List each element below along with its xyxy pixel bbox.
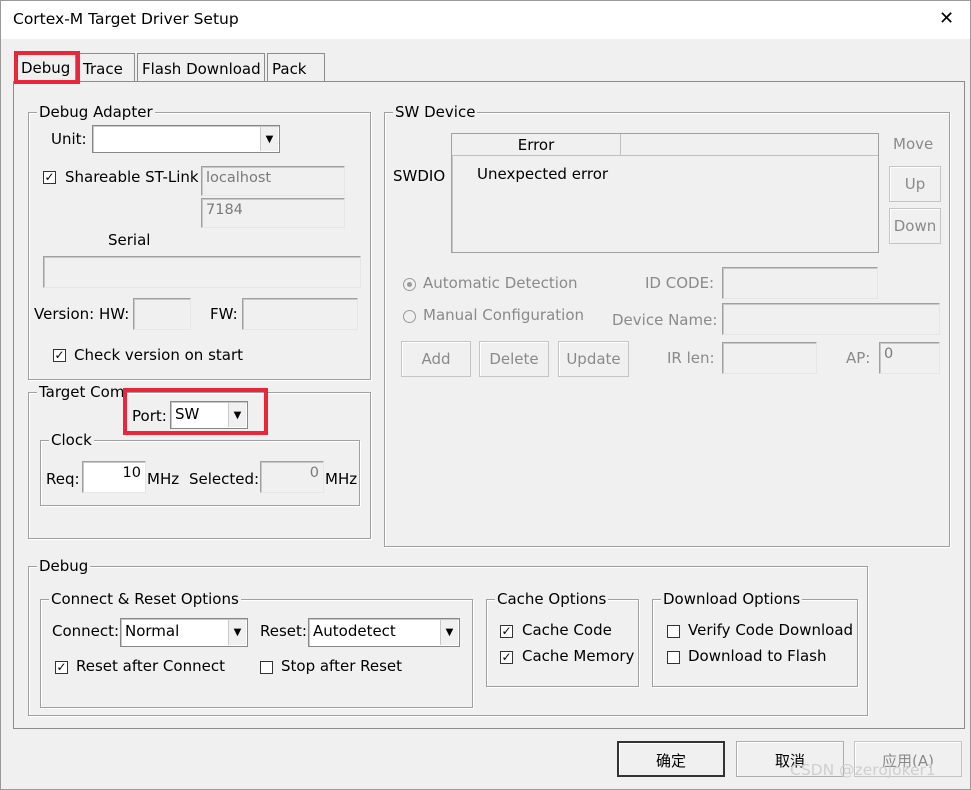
cache-code-checkbox[interactable]: ✓ (500, 625, 513, 638)
selected-label: Selected: (189, 470, 260, 488)
req-input[interactable]: 10 (82, 461, 146, 493)
selected-field: 0 (260, 461, 324, 493)
group-title: Clock (49, 431, 94, 449)
group-title: Download Options (661, 590, 803, 608)
reset-value: Autodetect (313, 622, 396, 640)
tab-label: Flash Download (142, 60, 261, 78)
version-hw-field (133, 298, 191, 330)
version-hw-label: Version: HW: (34, 305, 130, 323)
req-unit: MHz (147, 470, 180, 488)
verify-code-download-checkbox[interactable] (667, 625, 680, 638)
device-name-field (722, 303, 940, 335)
cache-code-label: Cache Code (522, 621, 612, 639)
manual-configuration-label: Manual Configuration (423, 306, 585, 324)
debug-tab-highlight (14, 51, 80, 84)
sw-device-list[interactable]: Error Unexpected error (451, 133, 879, 253)
connect-select[interactable]: Normal ▼ (120, 618, 248, 647)
cache-memory-checkbox[interactable]: ✓ (500, 651, 513, 664)
window-title: Cortex-M Target Driver Setup (13, 10, 239, 28)
check-version-label: Check version on start (74, 346, 244, 364)
update-button[interactable]: Update (558, 341, 629, 377)
version-fw-label: FW: (210, 305, 238, 323)
move-down-button[interactable]: Down (889, 208, 941, 244)
group-title: Debug (37, 557, 91, 575)
tab-flash-download[interactable]: Flash Download (137, 53, 265, 81)
version-fw-field (242, 298, 358, 330)
delete-button[interactable]: Delete (479, 341, 549, 377)
reset-select[interactable]: Autodetect ▼ (308, 618, 460, 647)
device-name-label: Device Name: (612, 311, 718, 329)
chevron-down-icon: ▼ (440, 620, 458, 645)
tab-label: Pack (272, 60, 307, 78)
column-header-empty[interactable] (621, 134, 878, 156)
port-highlight (123, 388, 268, 435)
host-field[interactable]: localhost (201, 166, 345, 196)
automatic-detection-radio[interactable] (403, 278, 416, 291)
debug-adapter-group: Debug Adapter Unit: ▼ ✓ Shareable ST-Lin… (28, 103, 371, 380)
sw-device-group: SW Device SWDIO Error Unexpected error M… (384, 103, 950, 547)
reset-after-connect-checkbox[interactable]: ✓ (55, 661, 68, 674)
title-bar: Cortex-M Target Driver Setup ✕ (1, 1, 970, 39)
stop-after-reset-label: Stop after Reset (281, 657, 403, 675)
group-title: Debug Adapter (37, 103, 155, 121)
clock-group: Clock Req: 10 MHz Selected: 0 MHz (40, 431, 360, 506)
req-label: Req: (46, 470, 80, 488)
connect-reset-group: Connect & Reset Options Connect: Normal … (40, 590, 473, 708)
group-title: Target Com (37, 383, 127, 401)
ap-label: AP: (846, 349, 871, 367)
ok-button[interactable]: 确定 (617, 741, 725, 777)
group-title: SW Device (393, 103, 478, 121)
tab-pack[interactable]: Pack (267, 53, 325, 81)
id-code-label: ID CODE: (645, 274, 715, 292)
stop-after-reset-checkbox[interactable] (260, 661, 273, 674)
reset-label: Reset: (260, 622, 307, 640)
chevron-down-icon: ▼ (228, 620, 246, 645)
move-up-button[interactable]: Up (889, 166, 941, 202)
ir-len-field (722, 342, 817, 374)
automatic-detection-label: Automatic Detection (423, 274, 578, 292)
ap-field: 0 (879, 342, 940, 374)
group-title: Connect & Reset Options (49, 590, 241, 608)
cache-options-group: Cache Options ✓ Cache Code ✓ Cache Memor… (486, 590, 639, 687)
download-to-flash-checkbox[interactable] (667, 651, 680, 664)
download-to-flash-label: Download to Flash (688, 647, 827, 665)
add-button[interactable]: Add (401, 341, 471, 377)
connect-label: Connect: (52, 622, 120, 640)
check-version-checkbox[interactable]: ✓ (53, 349, 66, 362)
id-code-field (722, 267, 878, 299)
debug-options-group: Debug Connect & Reset Options Connect: N… (28, 557, 868, 716)
download-options-group: Download Options Verify Code Download Do… (652, 590, 858, 687)
serial-label: Serial (108, 231, 151, 249)
swdio-label: SWDIO (393, 167, 446, 185)
port-number-field[interactable]: 7184 (201, 198, 345, 228)
column-header-error[interactable]: Error (452, 134, 621, 156)
cache-memory-label: Cache Memory (522, 647, 635, 665)
watermark: CSDN @zerojoker1 (790, 761, 936, 779)
move-label: Move (893, 135, 934, 153)
close-icon[interactable]: ✕ (939, 10, 954, 28)
verify-code-download-label: Verify Code Download (688, 621, 852, 639)
dialog-window: Cortex-M Target Driver Setup ✕ Debug Tra… (0, 0, 971, 790)
tab-trace[interactable]: Trace (78, 53, 135, 81)
reset-after-connect-label: Reset after Connect (76, 657, 225, 675)
unit-select[interactable]: ▼ (92, 125, 280, 153)
selected-unit: MHz (325, 470, 358, 488)
list-item[interactable]: Unexpected error (477, 165, 608, 183)
serial-field[interactable] (43, 256, 361, 288)
shareable-stlink-label: Shareable ST-Link (65, 168, 199, 186)
shareable-stlink-checkbox[interactable]: ✓ (43, 171, 56, 184)
ir-len-label: IR len: (667, 349, 715, 367)
manual-configuration-radio[interactable] (403, 310, 416, 323)
tab-label: Trace (83, 60, 123, 78)
group-title: Cache Options (495, 590, 609, 608)
chevron-down-icon: ▼ (260, 127, 278, 151)
connect-value: Normal (125, 622, 180, 640)
unit-label: Unit: (51, 130, 87, 148)
